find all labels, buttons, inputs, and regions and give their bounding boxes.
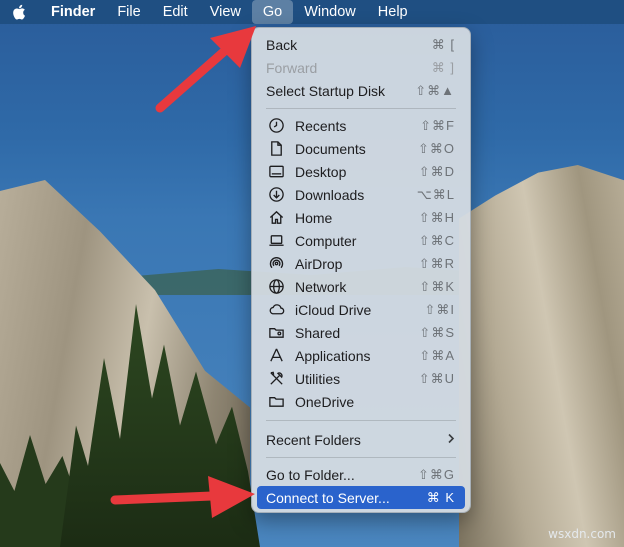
menu-item-applications[interactable]: Applications ⇧⌘A [257,344,465,367]
document-icon [266,140,286,158]
menu-item-icloud-drive[interactable]: iCloud Drive ⇧⌘I [257,298,465,321]
menu-item-airdrop[interactable]: AirDrop ⇧⌘R [257,252,465,275]
menu-separator [266,457,456,458]
watermark: wsxdn.com [548,527,616,541]
chevron-right-icon [447,432,455,447]
shared-folder-icon [266,324,286,342]
download-icon [266,186,286,204]
menu-item-connect-to-server[interactable]: Connect to Server... ⌘ K [257,486,465,509]
menu-finder[interactable]: Finder [40,0,106,24]
menu-item-back[interactable]: Back ⌘ [ [257,33,465,56]
menu-edit[interactable]: Edit [152,0,199,24]
menu-item-utilities[interactable]: Utilities ⇧⌘U [257,367,465,390]
menu-separator [266,420,456,421]
applications-icon [266,347,286,365]
cloud-icon [266,301,286,319]
menu-go[interactable]: Go [251,0,294,24]
airdrop-icon [266,255,286,273]
menu-item-desktop[interactable]: Desktop ⇧⌘D [257,160,465,183]
menu-item-home[interactable]: Home ⇧⌘H [257,206,465,229]
desktop-icon [266,163,286,181]
menu-view[interactable]: View [199,0,252,24]
menu-item-shared[interactable]: Shared ⇧⌘S [257,321,465,344]
menu-separator [266,108,456,109]
laptop-icon [266,232,286,250]
menu-item-forward: Forward ⌘ ] [266,59,455,76]
go-menu-dropdown: Back ⌘ [ Forward ⌘ ] Select Startup Disk… [251,27,471,513]
apple-logo-icon[interactable] [0,0,40,24]
network-globe-icon [266,278,286,296]
home-icon [266,209,286,227]
granite-cliff-right [459,165,624,547]
menu-item-documents[interactable]: Documents ⇧⌘O [257,137,465,160]
clock-icon [266,117,286,135]
menu-item-downloads[interactable]: Downloads ⌥⌘L [257,183,465,206]
menu-window[interactable]: Window [293,0,367,24]
folder-icon [266,393,286,411]
menu-item-network[interactable]: Network ⇧⌘K [257,275,465,298]
menu-item-select-startup-disk[interactable]: Select Startup Disk ⇧⌘▲ [257,79,465,102]
menu-item-recent-folders[interactable]: Recent Folders [257,428,465,451]
utilities-tools-icon [266,370,286,388]
menu-item-computer[interactable]: Computer ⇧⌘C [257,229,465,252]
menu-file[interactable]: File [106,0,151,24]
menu-item-onedrive[interactable]: OneDrive [257,390,465,413]
menu-item-recents[interactable]: Recents ⇧⌘F [257,114,465,137]
menu-item-go-to-folder[interactable]: Go to Folder... ⇧⌘G [257,463,465,486]
menu-help[interactable]: Help [367,0,419,24]
menu-bar: Finder File Edit View Go Window Help [0,0,624,24]
